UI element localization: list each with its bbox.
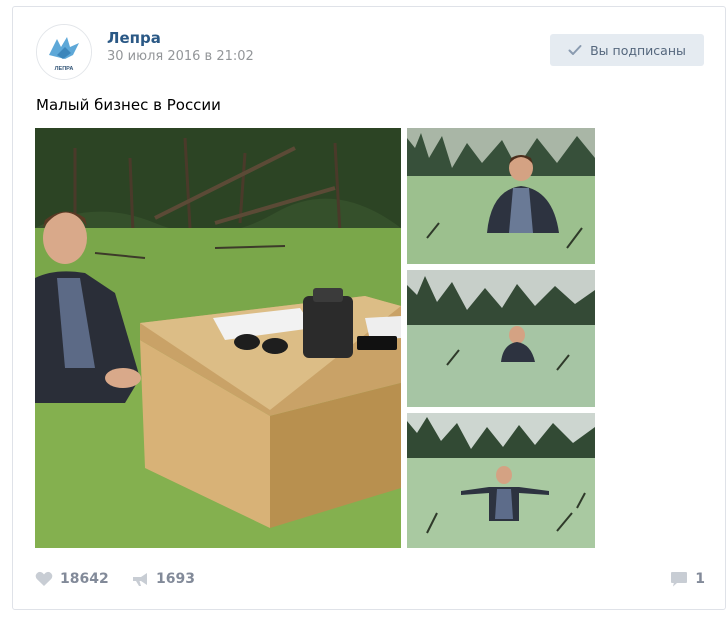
like-button[interactable]: 18642: [35, 571, 109, 587]
share-button[interactable]: 1693: [131, 571, 195, 587]
community-name-link[interactable]: Лепра: [107, 29, 161, 47]
avatar-caption: ЛЕПРА: [55, 66, 74, 72]
heart-icon: [35, 571, 53, 586]
post-text: Малый бизнес в России: [36, 96, 221, 114]
megaphone-icon: [133, 573, 147, 586]
comment-button[interactable]: 1: [670, 571, 705, 587]
comments-count: 1: [695, 571, 705, 587]
community-avatar[interactable]: ЛЕПРА: [36, 24, 92, 80]
comment-icon: [671, 572, 688, 587]
likes-count: 18642: [60, 571, 109, 587]
photo-thumb-1[interactable]: [407, 128, 595, 264]
photo-thumb-2[interactable]: [407, 270, 595, 407]
photo-thumb-3[interactable]: [407, 413, 595, 548]
post-date[interactable]: 30 июля 2016 в 21:02: [107, 49, 254, 64]
shares-count: 1693: [156, 571, 195, 587]
post-card: ЛЕПРА Лепра 30 июля 2016 в 21:02 Вы подп…: [12, 6, 726, 610]
post-footer: 18642 1693 1: [13, 564, 725, 594]
subscribed-button-label: Вы подписаны: [590, 42, 686, 58]
lepra-logo-icon: ЛЕПРА: [37, 25, 91, 79]
check-icon: [568, 45, 582, 55]
photo-main[interactable]: [35, 128, 401, 548]
subscribed-button[interactable]: Вы подписаны: [550, 34, 704, 66]
